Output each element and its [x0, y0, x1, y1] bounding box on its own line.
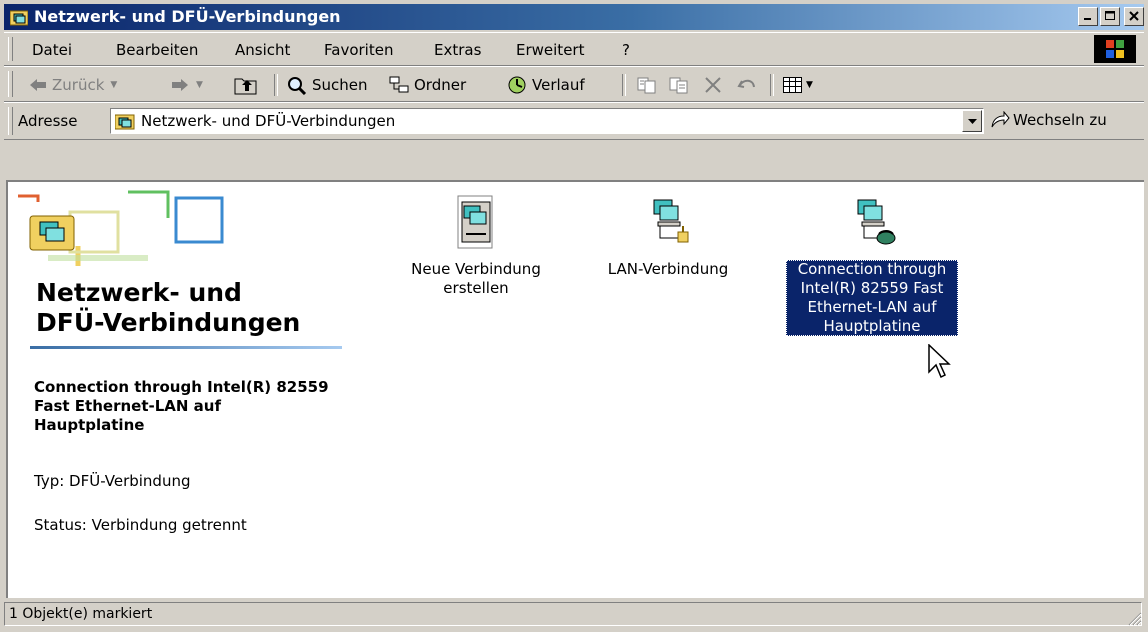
- menu-erweitert[interactable]: Erweitert: [516, 41, 584, 59]
- close-icon: [1129, 11, 1139, 21]
- search-button[interactable]: Suchen: [286, 73, 368, 97]
- menu-ansicht[interactable]: Ansicht: [235, 41, 290, 59]
- go-arrow-icon: [991, 111, 1010, 128]
- back-arrow-icon: [30, 79, 46, 91]
- address-value: Netzwerk- und DFÜ-Verbindungen: [141, 112, 396, 130]
- search-icon: [288, 77, 307, 95]
- icon-new-connection[interactable]: Neue Verbindung erstellen: [388, 192, 564, 298]
- address-bar: Adresse Netzwerk- und DFÜ-Verbindungen W…: [4, 102, 1144, 140]
- toolbar-separator: [274, 74, 278, 96]
- windows-logo: [1094, 35, 1136, 63]
- back-button[interactable]: Zurück ▼: [28, 73, 117, 97]
- toolbar-separator: [770, 74, 774, 96]
- chevron-down-icon: [968, 119, 977, 124]
- network-folder-icon: [10, 10, 28, 26]
- delete-icon: [705, 77, 721, 93]
- icon-label: Connection through Intel(R) 82559 Fast E…: [786, 260, 958, 336]
- menu-bearbeiten[interactable]: Bearbeiten: [116, 41, 198, 59]
- views-button[interactable]: ▼: [782, 73, 813, 97]
- network-folder-icon: [115, 114, 135, 130]
- standard-toolbar: Zurück ▼ ▼ Suchen Ordner Verlauf ▼: [4, 66, 1144, 102]
- folder-view[interactable]: Netzwerk- und DFÜ-Verbindungen Connectio…: [6, 180, 1144, 598]
- undo-button[interactable]: [736, 73, 758, 97]
- selected-item-type: Typ: DFÜ-Verbindung: [34, 472, 191, 490]
- minimize-icon: [1084, 18, 1091, 20]
- address-input[interactable]: Netzwerk- und DFÜ-Verbindungen: [110, 108, 984, 134]
- menu-datei[interactable]: Datei: [32, 41, 72, 59]
- lan-connection-icon: [653, 199, 689, 243]
- selected-item-status: Status: Verbindung getrennt: [34, 516, 247, 534]
- status-bar: 1 Objekt(e) markiert: [4, 600, 1144, 628]
- title-divider: [30, 346, 342, 349]
- copy-to-button[interactable]: [668, 73, 690, 97]
- selected-item-name: Connection through Intel(R) 82559 Fast E…: [34, 378, 329, 434]
- history-button[interactable]: Verlauf: [506, 73, 585, 97]
- network-banner-graphic: [18, 190, 224, 266]
- maximize-button[interactable]: [1100, 7, 1120, 26]
- icon-dialup-connection[interactable]: Connection through Intel(R) 82559 Fast E…: [784, 192, 960, 336]
- menu-extras[interactable]: Extras: [434, 41, 481, 59]
- views-dropdown-icon[interactable]: ▼: [806, 80, 813, 90]
- maximize-icon: [1105, 11, 1115, 20]
- folders-tree-icon: [389, 76, 409, 93]
- status-panel: 1 Objekt(e) markiert: [4, 602, 1142, 626]
- dialup-connection-icon: [857, 199, 896, 245]
- window-title: Netzwerk- und DFÜ-Verbindungen: [34, 7, 341, 26]
- resize-grip-icon[interactable]: [1126, 610, 1142, 626]
- title-bar[interactable]: Netzwerk- und DFÜ-Verbindungen: [4, 4, 1144, 30]
- undo-icon: [737, 79, 755, 88]
- toolbar-grip[interactable]: [8, 71, 13, 97]
- menu-help[interactable]: ?: [622, 41, 630, 59]
- views-grid-icon: [783, 77, 802, 93]
- move-to-button[interactable]: [636, 73, 658, 97]
- up-folder-button[interactable]: [234, 73, 258, 97]
- addressbar-grip[interactable]: [8, 107, 13, 135]
- address-dropdown-button[interactable]: [962, 110, 982, 132]
- back-dropdown-icon[interactable]: ▼: [110, 80, 117, 90]
- copy-to-icon: [669, 77, 688, 94]
- close-button[interactable]: [1124, 7, 1144, 26]
- icon-lan-connection[interactable]: LAN-Verbindung: [580, 192, 756, 279]
- menubar-grip[interactable]: [8, 37, 13, 61]
- minimize-button[interactable]: [1078, 7, 1098, 26]
- new-connection-icon: [457, 195, 493, 249]
- icon-label: Neue Verbindung erstellen: [411, 260, 541, 297]
- explorer-window: Netzwerk- und DFÜ-Verbindungen Datei Bea…: [0, 0, 1148, 632]
- delete-button[interactable]: [702, 73, 724, 97]
- go-button[interactable]: Wechseln zu: [990, 111, 1107, 129]
- forward-arrow-icon: [172, 79, 188, 91]
- windows-flag-icon: [1106, 40, 1124, 58]
- icon-label: LAN-Verbindung: [607, 260, 729, 278]
- folder-title: Netzwerk- und DFÜ-Verbindungen: [36, 278, 301, 337]
- folders-button[interactable]: Ordner: [388, 73, 466, 97]
- status-text: 1 Objekt(e) markiert: [9, 606, 153, 622]
- menu-bar: Datei Bearbeiten Ansicht Favoriten Extra…: [4, 32, 1144, 66]
- toolbar-separator: [622, 74, 626, 96]
- mouse-pointer-icon: [928, 344, 951, 379]
- up-folder-icon: [234, 78, 257, 95]
- forward-button[interactable]: ▼: [170, 73, 203, 97]
- address-label: Adresse: [18, 112, 78, 130]
- menu-favoriten[interactable]: Favoriten: [324, 41, 393, 59]
- forward-dropdown-icon[interactable]: ▼: [196, 80, 203, 90]
- history-icon: [508, 76, 526, 94]
- move-to-icon: [637, 77, 656, 94]
